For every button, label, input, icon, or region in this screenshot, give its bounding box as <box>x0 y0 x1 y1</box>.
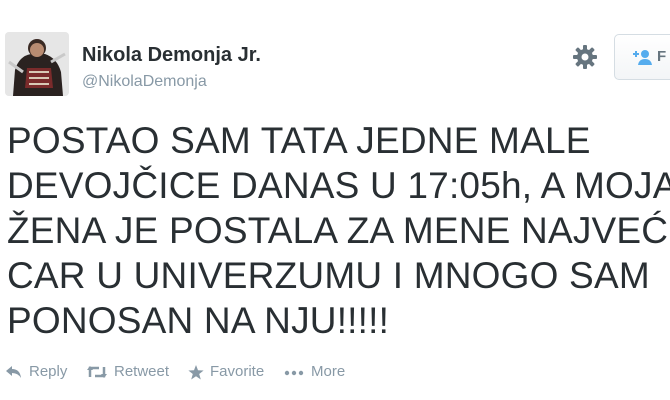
follow-button[interactable]: F <box>614 34 670 80</box>
more-label: More <box>311 363 346 380</box>
ellipsis-icon <box>284 370 304 376</box>
add-person-icon <box>631 48 653 71</box>
retweet-label: Retweet <box>114 363 170 380</box>
author-name[interactable]: Nikola Demonja Jr. <box>82 44 261 67</box>
tweet-text: POSTAO SAM TATA JEDNE MALE DEVOJČICE DAN… <box>7 120 670 341</box>
star-icon <box>188 365 204 380</box>
follow-label: F <box>657 48 667 65</box>
retweet-icon <box>87 366 107 378</box>
favorite-label: Favorite <box>210 363 265 380</box>
avatar-image <box>5 32 69 96</box>
avatar[interactable] <box>5 32 69 96</box>
author-handle[interactable]: @NikolaDemonja <box>82 73 207 91</box>
reply-label: Reply <box>29 363 68 380</box>
tweet-card: Nikola Demonja Jr. @NikolaDemonja F POST… <box>0 0 670 400</box>
gear-icon[interactable] <box>571 43 599 71</box>
reply-icon <box>6 366 21 378</box>
